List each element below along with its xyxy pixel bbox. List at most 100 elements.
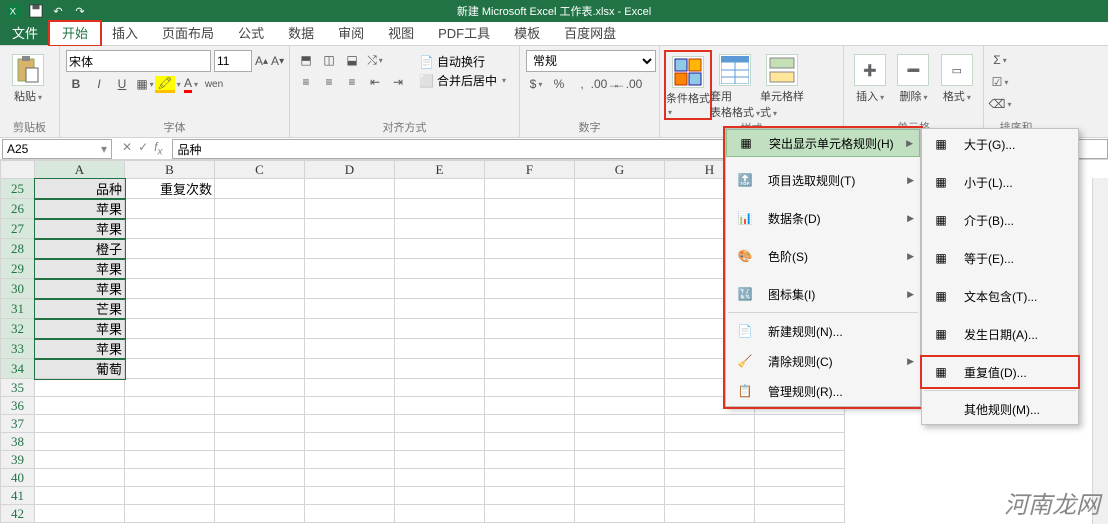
name-box[interactable]: A25▾: [2, 139, 112, 159]
cell[interactable]: [35, 451, 125, 469]
cell[interactable]: [395, 505, 485, 523]
cell[interactable]: [485, 279, 575, 299]
percent-icon[interactable]: %: [549, 74, 569, 94]
cell[interactable]: [575, 379, 665, 397]
cell[interactable]: [575, 279, 665, 299]
cell[interactable]: [35, 415, 125, 433]
cell[interactable]: [395, 415, 485, 433]
cell[interactable]: [215, 179, 305, 199]
cell[interactable]: [485, 339, 575, 359]
cell[interactable]: [485, 469, 575, 487]
menu-between[interactable]: ▦介于(B)...: [922, 205, 1078, 235]
currency-icon[interactable]: $: [526, 74, 546, 94]
cell[interactable]: [35, 379, 125, 397]
decrease-decimal-icon[interactable]: ←.00: [618, 74, 638, 94]
cell[interactable]: [305, 179, 395, 199]
menu-manage-rules[interactable]: 📋管理规则(R)...: [726, 376, 920, 406]
cell[interactable]: [485, 379, 575, 397]
column-header[interactable]: B: [125, 161, 215, 179]
cell[interactable]: [395, 199, 485, 219]
cell[interactable]: [575, 259, 665, 279]
cell[interactable]: [575, 219, 665, 239]
menu-highlight-rules[interactable]: ▦突出显示单元格规则(H): [726, 129, 920, 157]
cell[interactable]: [125, 219, 215, 239]
indent-inc-icon[interactable]: ⇥: [388, 72, 408, 92]
cell[interactable]: [215, 469, 305, 487]
comma-icon[interactable]: ,: [572, 74, 592, 94]
row-header[interactable]: 25: [1, 179, 35, 199]
cell[interactable]: [215, 487, 305, 505]
cell[interactable]: [215, 239, 305, 259]
autosum-icon[interactable]: Σ: [990, 50, 1010, 70]
cell[interactable]: [485, 259, 575, 279]
align-center-icon[interactable]: ≡: [319, 72, 339, 92]
cell[interactable]: [305, 433, 395, 451]
cell[interactable]: [215, 415, 305, 433]
cell[interactable]: [575, 451, 665, 469]
cell[interactable]: [755, 433, 845, 451]
cell[interactable]: [305, 469, 395, 487]
cell[interactable]: [35, 433, 125, 451]
cell[interactable]: [575, 319, 665, 339]
bold-button[interactable]: B: [66, 74, 86, 94]
menu-less-than[interactable]: ▦小于(L)...: [922, 167, 1078, 197]
row-header[interactable]: 40: [1, 469, 35, 487]
column-header[interactable]: [1, 161, 35, 179]
row-header[interactable]: 35: [1, 379, 35, 397]
cell[interactable]: [215, 259, 305, 279]
merge-center-button[interactable]: ⬜合并后居中: [419, 72, 506, 89]
vertical-scrollbar[interactable]: [1092, 178, 1108, 524]
cell[interactable]: [305, 505, 395, 523]
align-bottom-icon[interactable]: ⬓: [342, 50, 362, 70]
undo-icon[interactable]: ↶: [48, 2, 68, 20]
cell[interactable]: 葡萄: [35, 359, 125, 379]
cell[interactable]: [125, 415, 215, 433]
cell[interactable]: 苹果: [35, 319, 125, 339]
clear-icon[interactable]: ⌫: [990, 94, 1010, 114]
increase-font-icon[interactable]: A▴: [255, 51, 268, 71]
cell[interactable]: 橙子: [35, 239, 125, 259]
column-header[interactable]: C: [215, 161, 305, 179]
cell[interactable]: [395, 339, 485, 359]
phonetic-button[interactable]: wen: [204, 74, 224, 94]
font-size-select[interactable]: [214, 50, 252, 72]
cell[interactable]: [305, 487, 395, 505]
cell[interactable]: [395, 469, 485, 487]
cell[interactable]: [575, 433, 665, 451]
cell[interactable]: [395, 279, 485, 299]
font-color-button[interactable]: A: [181, 74, 201, 94]
cell[interactable]: 苹果: [35, 259, 125, 279]
cell[interactable]: [215, 433, 305, 451]
cell[interactable]: 苹果: [35, 339, 125, 359]
cell[interactable]: [665, 487, 755, 505]
menu-top-bottom-rules[interactable]: 🔝项目选取规则(T): [726, 165, 920, 195]
cell[interactable]: [575, 239, 665, 259]
cell[interactable]: [665, 433, 755, 451]
cell[interactable]: [125, 199, 215, 219]
tab-home[interactable]: 开始: [50, 22, 100, 45]
font-name-select[interactable]: [66, 50, 211, 72]
cell[interactable]: [305, 219, 395, 239]
cell[interactable]: [215, 299, 305, 319]
row-header[interactable]: 29: [1, 259, 35, 279]
cell[interactable]: [305, 359, 395, 379]
decrease-font-icon[interactable]: A▾: [271, 51, 284, 71]
menu-duplicate-values[interactable]: ▦重复值(D)...: [922, 357, 1078, 387]
cell[interactable]: [395, 379, 485, 397]
cell[interactable]: [665, 415, 755, 433]
cell[interactable]: [125, 299, 215, 319]
cell[interactable]: [575, 505, 665, 523]
menu-color-scales[interactable]: 🎨色阶(S): [726, 241, 920, 271]
cell[interactable]: [485, 433, 575, 451]
cell[interactable]: [755, 469, 845, 487]
row-header[interactable]: 30: [1, 279, 35, 299]
cell[interactable]: [125, 487, 215, 505]
row-header[interactable]: 31: [1, 299, 35, 319]
menu-equal-to[interactable]: ▦等于(E)...: [922, 243, 1078, 273]
cell[interactable]: [125, 397, 215, 415]
cell[interactable]: [575, 199, 665, 219]
cell[interactable]: [125, 339, 215, 359]
menu-clear-rules[interactable]: 🧹清除规则(C): [726, 346, 920, 376]
cell[interactable]: [305, 239, 395, 259]
cell[interactable]: [485, 219, 575, 239]
